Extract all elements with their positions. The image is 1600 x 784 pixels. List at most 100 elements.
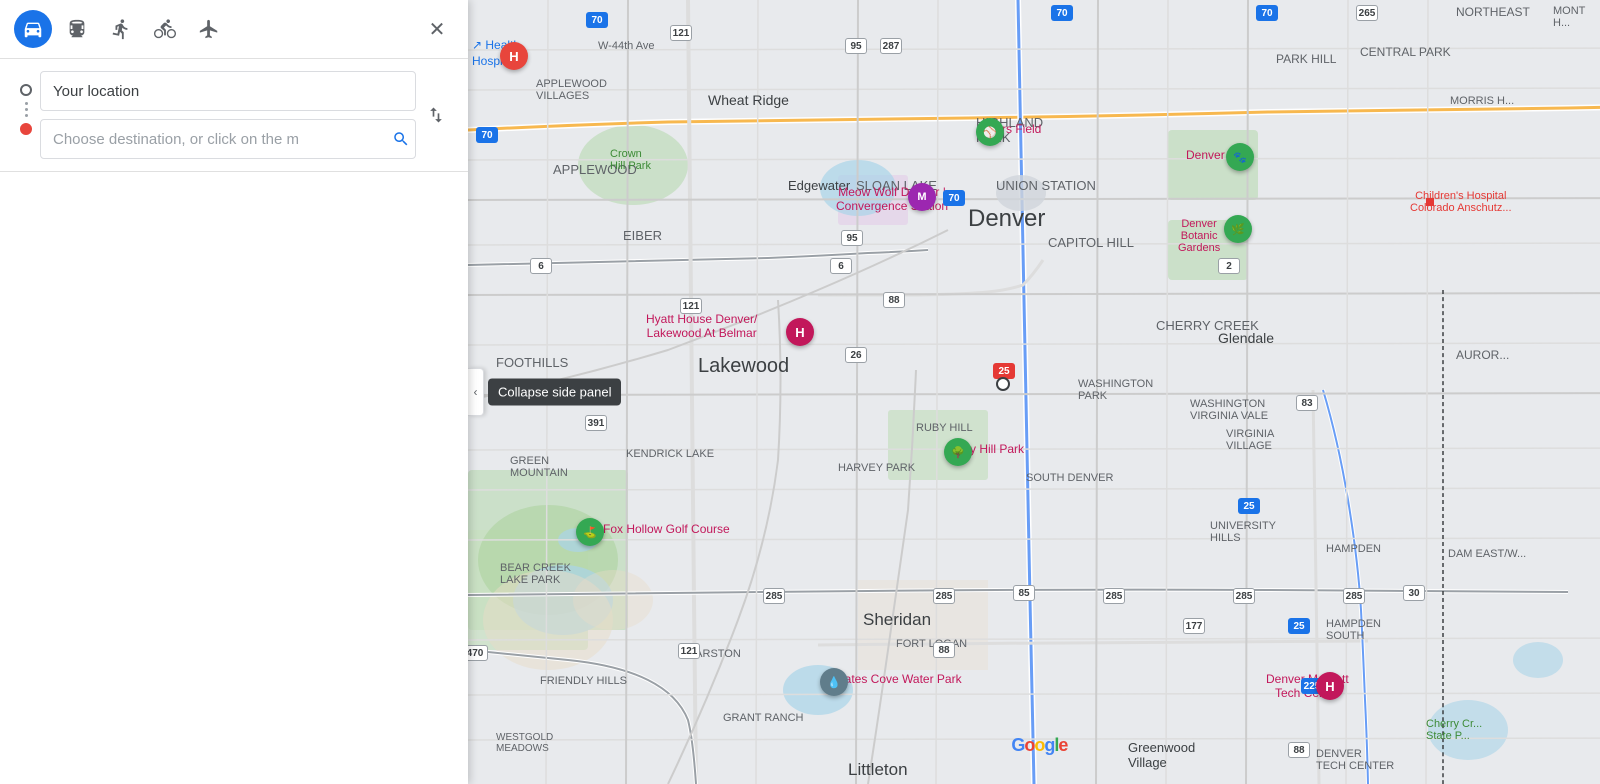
label-edgewater: Edgewater bbox=[788, 178, 850, 193]
shield-6-1: 6 bbox=[530, 258, 552, 274]
shield-26: 26 bbox=[845, 347, 867, 363]
label-hampden-south: HAMPDENSOUTH bbox=[1326, 618, 1381, 642]
label-dam-east: DAM EAST/W... bbox=[1448, 548, 1526, 560]
label-central-park: CENTRAL PARK bbox=[1360, 45, 1451, 59]
shield-i25-2: 25 bbox=[1238, 498, 1260, 514]
close-button[interactable]: ✕ bbox=[420, 12, 454, 46]
destination-dot bbox=[20, 123, 32, 135]
route-line bbox=[25, 102, 28, 117]
transport-driving[interactable] bbox=[14, 10, 52, 48]
map-area[interactable]: Denver Lakewood Sheridan Littleton Glend… bbox=[468, 0, 1600, 784]
shield-i70-1: 70 bbox=[586, 12, 608, 28]
shield-6-2: 6 bbox=[830, 258, 852, 274]
label-westgold: WESTGOLDMEADOWS bbox=[496, 732, 553, 754]
collapse-tooltip: Collapse side panel bbox=[488, 379, 621, 406]
shield-121-1: 121 bbox=[670, 25, 692, 41]
shield-287: 287 bbox=[880, 38, 902, 54]
label-aurora: AUROR... bbox=[1456, 348, 1509, 362]
shield-88-2: 88 bbox=[933, 642, 955, 658]
shield-83: 83 bbox=[1296, 395, 1318, 411]
label-south-denver: SOUTH DENVER bbox=[1026, 472, 1113, 484]
inputs-area bbox=[0, 59, 468, 172]
label-wheat-ridge: Wheat Ridge bbox=[708, 92, 789, 108]
label-eiber: EIBER bbox=[623, 228, 662, 243]
shield-285-4: 285 bbox=[1233, 588, 1255, 604]
shield-470: 470 bbox=[468, 645, 488, 661]
search-button[interactable] bbox=[392, 130, 410, 148]
map-roads bbox=[468, 0, 1600, 784]
shield-2: 2 bbox=[1218, 258, 1240, 274]
map-labels-container: Denver Lakewood Sheridan Littleton Glend… bbox=[468, 0, 1600, 784]
label-kendrick: KENDRICK LAKE bbox=[626, 448, 714, 460]
label-friendly: FRIENDLY HILLS bbox=[540, 675, 627, 687]
shield-225: 225 bbox=[1301, 678, 1323, 694]
label-wash-va: WASHINGTONVIRGINIA VALE bbox=[1190, 398, 1268, 422]
label-fort-logan: FORT LOGAN bbox=[896, 638, 967, 650]
transport-cycling[interactable] bbox=[146, 10, 184, 48]
transport-flight[interactable] bbox=[190, 10, 228, 48]
shield-i70-2: 70 bbox=[476, 127, 498, 143]
label-uni-hills: UNIVERSITYHILLS bbox=[1210, 520, 1276, 544]
shield-265: 265 bbox=[1356, 5, 1378, 21]
shield-285-5: 285 bbox=[1343, 588, 1365, 604]
label-ruby-hill-park: Ruby Hill Park bbox=[948, 442, 1024, 456]
marker-hyatt: H bbox=[786, 318, 814, 346]
marker-childrens bbox=[1426, 198, 1434, 206]
marker-coors: ⚾ bbox=[976, 118, 1004, 146]
label-cherry-state: Cherry Cr...State P... bbox=[1426, 718, 1482, 742]
transport-bar: ✕ bbox=[0, 0, 468, 59]
label-tech-center: DENVERTECH CENTER bbox=[1316, 748, 1394, 772]
shield-i70-4: 70 bbox=[1051, 5, 1073, 21]
label-denver-zoo: Denver Zoo bbox=[1186, 148, 1249, 162]
origin-wrapper bbox=[40, 71, 416, 111]
transport-walking[interactable] bbox=[102, 10, 140, 48]
collapse-side-panel-button[interactable]: ‹ Collapse side panel bbox=[468, 368, 484, 416]
marker-ruby-hill: 🌳 bbox=[944, 438, 972, 466]
label-capitol-hill: CAPITOL HILL bbox=[1048, 235, 1134, 250]
shield-30: 30 bbox=[1403, 585, 1425, 601]
label-mont: MONT H... bbox=[1553, 5, 1600, 29]
shield-285-2: 285 bbox=[933, 588, 955, 604]
label-marston: MARSTON bbox=[686, 648, 741, 660]
label-health-hospital: ↗ HealthHospital bbox=[472, 38, 520, 69]
label-sheridan: Sheridan bbox=[863, 610, 931, 630]
label-pirates-cove: Pirates Cove Water Park bbox=[830, 672, 962, 686]
shield-95-2: 95 bbox=[841, 230, 863, 246]
label-coors: Coors Field bbox=[980, 122, 1041, 136]
label-applewood: APPLEWOOD bbox=[553, 162, 637, 177]
google-g: G bbox=[1011, 735, 1024, 755]
google-g2: g bbox=[1044, 735, 1054, 755]
map-location-dot bbox=[996, 377, 1010, 391]
label-harvey: HARVEY PARK bbox=[838, 462, 915, 474]
marker-health-hospital: H bbox=[500, 42, 528, 70]
swap-button[interactable] bbox=[420, 99, 452, 131]
label-meow-wolf: Meow Wolf Denver |Convergence Station bbox=[836, 185, 948, 213]
marker-pirates: 💧 bbox=[820, 668, 848, 696]
side-panel: ✕ bbox=[0, 0, 468, 784]
label-ruby-hill: RUBY HILL bbox=[916, 422, 973, 434]
label-denver: Denver bbox=[968, 205, 1045, 233]
destination-input[interactable] bbox=[40, 119, 416, 159]
transport-transit[interactable] bbox=[58, 10, 96, 48]
label-grant-ranch: GRANT RANCH bbox=[723, 712, 803, 724]
label-crown-hill: CrownHill Park bbox=[610, 148, 651, 172]
marker-meow-wolf: M bbox=[908, 183, 936, 211]
label-marriott: Denver MarriottTech Center bbox=[1266, 672, 1349, 700]
label-applewoodv: APPLEWOODVILLAGES bbox=[536, 78, 607, 102]
google-e: e bbox=[1058, 735, 1067, 755]
label-morris: MORRIS H... bbox=[1450, 95, 1514, 107]
destination-wrapper bbox=[40, 119, 416, 159]
google-logo: Google bbox=[1011, 735, 1067, 756]
label-highland: HIGHLANDPARK bbox=[976, 115, 1043, 145]
label-littleton: Littleton bbox=[848, 760, 908, 780]
label-childrens: Children's HospitalColorado Anschutz... bbox=[1410, 190, 1512, 214]
label-botanic: DenverBotanicGardens bbox=[1178, 218, 1220, 254]
marker-botanic: 🌿 bbox=[1224, 215, 1252, 243]
label-hyatt: Hyatt House Denver/Lakewood At Belmar bbox=[646, 312, 757, 340]
label-bear-creek: BEAR CREEKLAKE PARK bbox=[500, 562, 571, 586]
label-hampden: HAMPDEN bbox=[1326, 543, 1381, 555]
label-green-mountain: GREENMOUNTAIN bbox=[510, 455, 568, 479]
shield-285-3: 285 bbox=[1103, 588, 1125, 604]
label-northeast: NORTHEAST bbox=[1456, 5, 1530, 19]
origin-input[interactable] bbox=[40, 71, 416, 111]
